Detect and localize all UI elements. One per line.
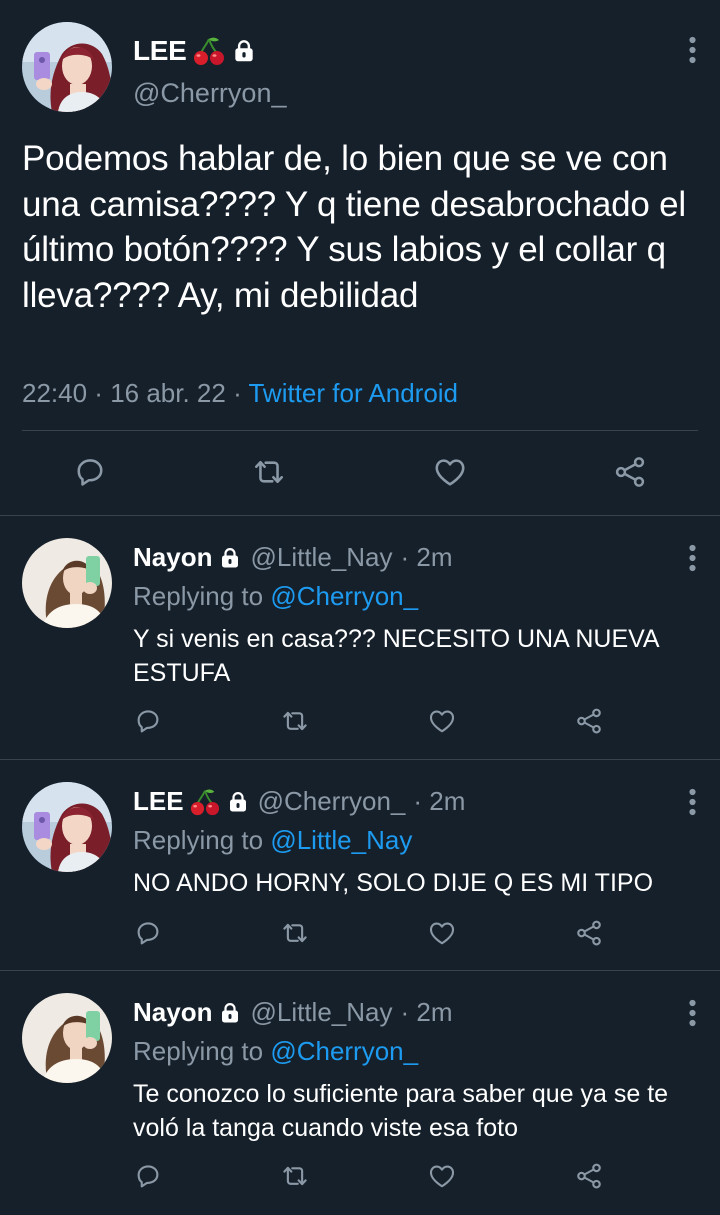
- retweet-icon[interactable]: [280, 706, 310, 736]
- avatar[interactable]: [22, 22, 112, 112]
- reply-tweet[interactable]: Nayon @Little_Nay · 2m Replying to @Cher…: [0, 971, 720, 1215]
- author-handle[interactable]: @Little_Nay: [250, 997, 392, 1028]
- replying-label: Replying to: [133, 581, 264, 611]
- meta-separator: ·: [87, 378, 111, 408]
- reply-age: · 2m: [413, 786, 466, 816]
- replying-label: Replying to: [133, 1036, 264, 1066]
- author-name[interactable]: LEE: [133, 35, 187, 67]
- comment-icon[interactable]: [72, 454, 108, 490]
- reply-tweet[interactable]: LEE @Cherryon_ · 2m Replying to @Little_…: [0, 760, 720, 971]
- tweet-meta: 22:40 · 16 abr. 22 · Twitter for Android: [22, 378, 458, 409]
- author-handle[interactable]: @Cherryon_: [258, 786, 406, 817]
- author-handle[interactable]: @Cherryon_: [133, 78, 286, 109]
- retweet-icon[interactable]: [250, 454, 288, 490]
- cherry-icon: [190, 787, 220, 817]
- more-options-icon[interactable]: [688, 999, 697, 1027]
- replying-to: Replying to @Little_Nay: [133, 825, 412, 856]
- like-icon[interactable]: [427, 918, 457, 948]
- replying-to: Replying to @Cherryon_: [133, 581, 418, 612]
- author-handle[interactable]: @Little_Nay: [250, 542, 392, 573]
- replying-handle[interactable]: @Cherryon_: [270, 581, 418, 611]
- reply-text: Te conozco lo suficiente para saber que …: [133, 1080, 669, 1142]
- tweet-date[interactable]: 16 abr. 22: [110, 378, 226, 408]
- share-icon[interactable]: [574, 918, 604, 948]
- tweet-time[interactable]: 22:40: [22, 378, 87, 408]
- reply-header: Nayon @Little_Nay · 2m: [133, 997, 452, 1028]
- reply-text: NO ANDO HORNY, SOLO DIJE Q ES MI TIPO: [133, 869, 654, 897]
- tweet-text: Podemos hablar de, lo bien que se ve con…: [22, 139, 686, 315]
- lock-icon: [218, 546, 242, 570]
- retweet-icon[interactable]: [280, 1161, 310, 1191]
- replying-label: Replying to: [133, 825, 264, 855]
- replying-handle[interactable]: @Cherryon_: [270, 1036, 418, 1066]
- main-tweet-author[interactable]: LEE @Cherryon_: [133, 34, 286, 109]
- replying-handle[interactable]: @Little_Nay: [270, 825, 412, 855]
- comment-icon[interactable]: [133, 1161, 163, 1191]
- reply-age: · 2m: [400, 997, 453, 1027]
- avatar[interactable]: [22, 993, 112, 1083]
- lock-icon: [231, 38, 257, 64]
- replying-to: Replying to @Cherryon_: [133, 1036, 418, 1067]
- like-icon[interactable]: [431, 454, 469, 490]
- main-tweet: LEE @Cherryon_ Podemos hablar de, lo bie…: [0, 0, 720, 516]
- more-options-icon[interactable]: [688, 36, 697, 64]
- author-name[interactable]: LEE: [133, 786, 184, 817]
- more-options-icon[interactable]: [688, 788, 697, 816]
- share-icon[interactable]: [574, 1161, 604, 1191]
- more-options-icon[interactable]: [688, 544, 697, 572]
- lock-icon: [218, 1001, 242, 1025]
- author-name[interactable]: Nayon: [133, 997, 212, 1028]
- cherry-icon: [193, 35, 225, 67]
- like-icon[interactable]: [427, 1161, 457, 1191]
- lock-icon: [226, 790, 250, 814]
- retweet-icon[interactable]: [280, 918, 310, 948]
- avatar[interactable]: [22, 538, 112, 628]
- share-icon[interactable]: [611, 454, 649, 490]
- tweet-actions: [0, 448, 720, 498]
- tweet-source[interactable]: Twitter for Android: [248, 378, 458, 408]
- reply-age: · 2m: [400, 542, 453, 572]
- divider: [22, 430, 698, 431]
- meta-separator: ·: [225, 378, 249, 408]
- comment-icon[interactable]: [133, 918, 163, 948]
- reply-tweet[interactable]: Nayon @Little_Nay · 2m Replying to @Cher…: [0, 516, 720, 760]
- reply-text: Y si venis en casa??? NECESITO UNA NUEVA…: [133, 625, 659, 687]
- reply-header: LEE @Cherryon_ · 2m: [133, 786, 465, 817]
- like-icon[interactable]: [427, 706, 457, 736]
- share-icon[interactable]: [574, 706, 604, 736]
- comment-icon[interactable]: [133, 706, 163, 736]
- avatar[interactable]: [22, 782, 112, 872]
- reply-header: Nayon @Little_Nay · 2m: [133, 542, 452, 573]
- author-name[interactable]: Nayon: [133, 542, 212, 573]
